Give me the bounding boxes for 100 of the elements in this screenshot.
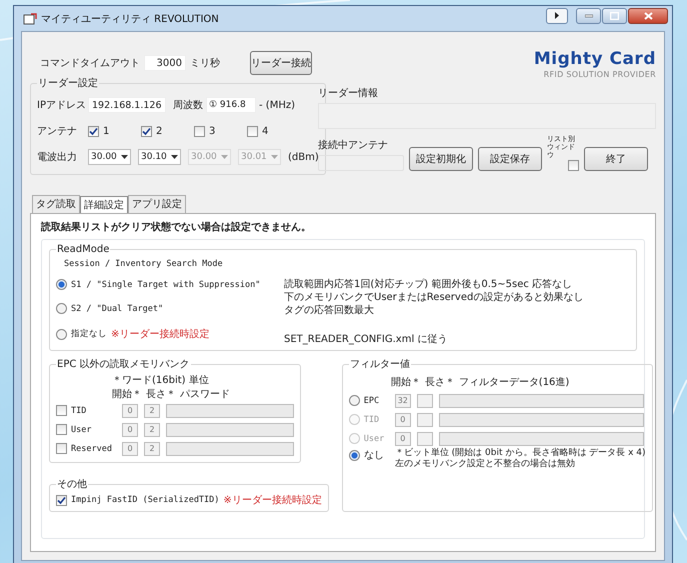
start-field[interactable]: 0 bbox=[122, 404, 138, 418]
antenna-checkbox[interactable] bbox=[247, 126, 258, 136]
mode-description: タグの応答回数最大 bbox=[284, 304, 375, 317]
antenna-number: 2 bbox=[156, 126, 162, 136]
minimize-icon bbox=[584, 14, 592, 18]
fastid-note: ※リーダー接続時設定 bbox=[223, 494, 322, 507]
column-header: パスワード bbox=[180, 388, 230, 401]
length-field[interactable] bbox=[416, 394, 433, 408]
config-note: SET_READER_CONFIG.xml に従う bbox=[284, 333, 448, 346]
password-field[interactable] bbox=[166, 442, 294, 456]
mode-option-label: S1 / "Single Target with Suppression" bbox=[71, 280, 260, 290]
length-field[interactable]: 2 bbox=[144, 422, 160, 436]
settings-button[interactable]: 設定初期化 bbox=[409, 147, 473, 171]
length-field[interactable] bbox=[416, 412, 433, 426]
timeout-field[interactable]: 3000 bbox=[144, 55, 186, 71]
tab[interactable]: タグ読取 bbox=[32, 195, 80, 213]
column-header: 開始＊ bbox=[390, 376, 421, 389]
settings-button[interactable]: 設定保存 bbox=[478, 147, 542, 171]
start-field[interactable]: 0 bbox=[122, 442, 138, 456]
filter-radio[interactable] bbox=[348, 450, 360, 460]
mode-radio[interactable] bbox=[56, 279, 67, 290]
start-field[interactable]: 0 bbox=[122, 422, 138, 436]
timeout-unit: ミリ秒 bbox=[190, 56, 220, 70]
filter-radio[interactable] bbox=[348, 395, 360, 406]
close-icon bbox=[644, 12, 652, 20]
power-dropdown[interactable]: 30.10 bbox=[138, 149, 181, 165]
power-label: 電波出力 bbox=[37, 150, 78, 164]
frequency-unit: - (MHz) bbox=[259, 100, 295, 110]
antenna-checkbox[interactable] bbox=[194, 126, 205, 136]
filter-label: TID bbox=[364, 414, 380, 424]
power-dropdown[interactable]: 30.00 bbox=[88, 149, 131, 165]
mode-radio[interactable] bbox=[56, 303, 67, 314]
filter-label: なし bbox=[364, 449, 384, 462]
antenna-checkbox[interactable] bbox=[141, 126, 152, 136]
maximize-icon bbox=[610, 12, 619, 20]
mode-option-label: S2 / "Dual Target" bbox=[71, 304, 164, 314]
connect-button[interactable]: リーダー接続 bbox=[250, 51, 312, 75]
filter-data-field[interactable] bbox=[438, 394, 644, 408]
caret-icon bbox=[271, 155, 278, 159]
timeout-label: コマンドタイムアウト bbox=[40, 57, 140, 70]
filter-note: ＊ビット単位 (開始は 0bit から。長さ省略時は データ長 x 4) bbox=[394, 448, 646, 458]
ip-label: IPアドレス bbox=[37, 99, 85, 112]
filter-note: 左のメモリバンク設定と不整合の場合は無効 bbox=[394, 459, 576, 470]
minimize-button[interactable] bbox=[576, 8, 601, 24]
filter-data-field[interactable] bbox=[438, 412, 644, 426]
filter-data-field[interactable] bbox=[438, 432, 644, 446]
antenna-number: 1 bbox=[103, 126, 110, 136]
fastid-checkbox[interactable] bbox=[56, 494, 67, 506]
tab[interactable]: アプリ設定 bbox=[128, 195, 186, 213]
group-title: フィルター値 bbox=[348, 358, 411, 371]
unit-note: ＊ワード(16bit) 単位 bbox=[111, 374, 210, 387]
antenna-number: 3 bbox=[209, 126, 216, 136]
ip-field[interactable]: 192.168.1.126 bbox=[88, 97, 166, 113]
mode-option-label: 指定なし bbox=[71, 328, 107, 340]
warning-text: 読取結果リストがクリア状態でない場合は設定できません。 bbox=[41, 220, 312, 234]
password-field[interactable] bbox=[166, 422, 294, 436]
column-header: 長さ＊ bbox=[424, 376, 455, 389]
bank-checkbox[interactable] bbox=[56, 405, 67, 416]
reader-info-label: リーダー情報 bbox=[318, 86, 379, 100]
password-field[interactable] bbox=[166, 404, 294, 418]
antenna-label: アンテナ bbox=[37, 125, 78, 138]
caret-icon bbox=[121, 155, 128, 159]
antenna-number: 4 bbox=[262, 126, 268, 136]
group-title: ReadMode bbox=[56, 244, 110, 255]
filter-label: User bbox=[364, 434, 384, 444]
caret-icon bbox=[171, 155, 178, 159]
maximize-button[interactable] bbox=[602, 8, 627, 24]
frequency-label: 周波数 bbox=[173, 98, 203, 112]
connected-antenna-label: 接続中アンテナ bbox=[318, 138, 389, 152]
power-unit: (dBm) bbox=[288, 152, 319, 162]
play-button[interactable] bbox=[546, 8, 568, 24]
length-field[interactable]: 2 bbox=[144, 404, 160, 418]
app-icon bbox=[23, 12, 37, 24]
tab[interactable]: 詳細設定 bbox=[80, 196, 128, 213]
list-window-checkbox[interactable] bbox=[568, 160, 579, 171]
bank-label: TID bbox=[71, 406, 86, 416]
mode-radio[interactable] bbox=[56, 328, 67, 340]
mode-description: 読取範囲内応答1回(対応チップ) 範囲外後も0.5~5sec 応答なし bbox=[284, 278, 574, 291]
close-button[interactable] bbox=[628, 8, 668, 24]
antenna-checkbox[interactable] bbox=[88, 126, 99, 136]
bank-checkbox[interactable] bbox=[56, 443, 67, 454]
column-header: 長さ＊ bbox=[146, 388, 176, 401]
exit-button[interactable]: 終了 bbox=[584, 147, 648, 171]
window-title: マイティユーティリティ REVOLUTION bbox=[41, 12, 219, 26]
length-field[interactable]: 2 bbox=[144, 442, 160, 456]
fastid-label: Impinj FastID (SerializedTID) bbox=[71, 495, 220, 505]
filter-label: EPC bbox=[364, 396, 380, 406]
bank-checkbox[interactable] bbox=[56, 424, 67, 435]
bank-label: User bbox=[71, 424, 92, 434]
start-field[interactable]: 32 bbox=[394, 394, 411, 408]
logo-tagline: RFID SOLUTION PROVIDER bbox=[544, 70, 656, 79]
group-title: リーダー設定 bbox=[37, 76, 99, 90]
group-title: その他 bbox=[56, 478, 88, 491]
logo-name: Mighty Card bbox=[534, 48, 656, 70]
column-header: フィルターデータ(16進) bbox=[458, 376, 570, 389]
mode-subtitle: Session / Inventory Search Mode bbox=[64, 259, 224, 269]
mode-description: 下のメモリバンクでUserまたはReservedの設定があると効果なし bbox=[284, 291, 584, 304]
mode-option-note: ※リーダー接続時設定 bbox=[111, 328, 210, 341]
frequency-field[interactable]: ① 916.8 bbox=[206, 97, 256, 113]
length-field[interactable] bbox=[416, 432, 433, 446]
